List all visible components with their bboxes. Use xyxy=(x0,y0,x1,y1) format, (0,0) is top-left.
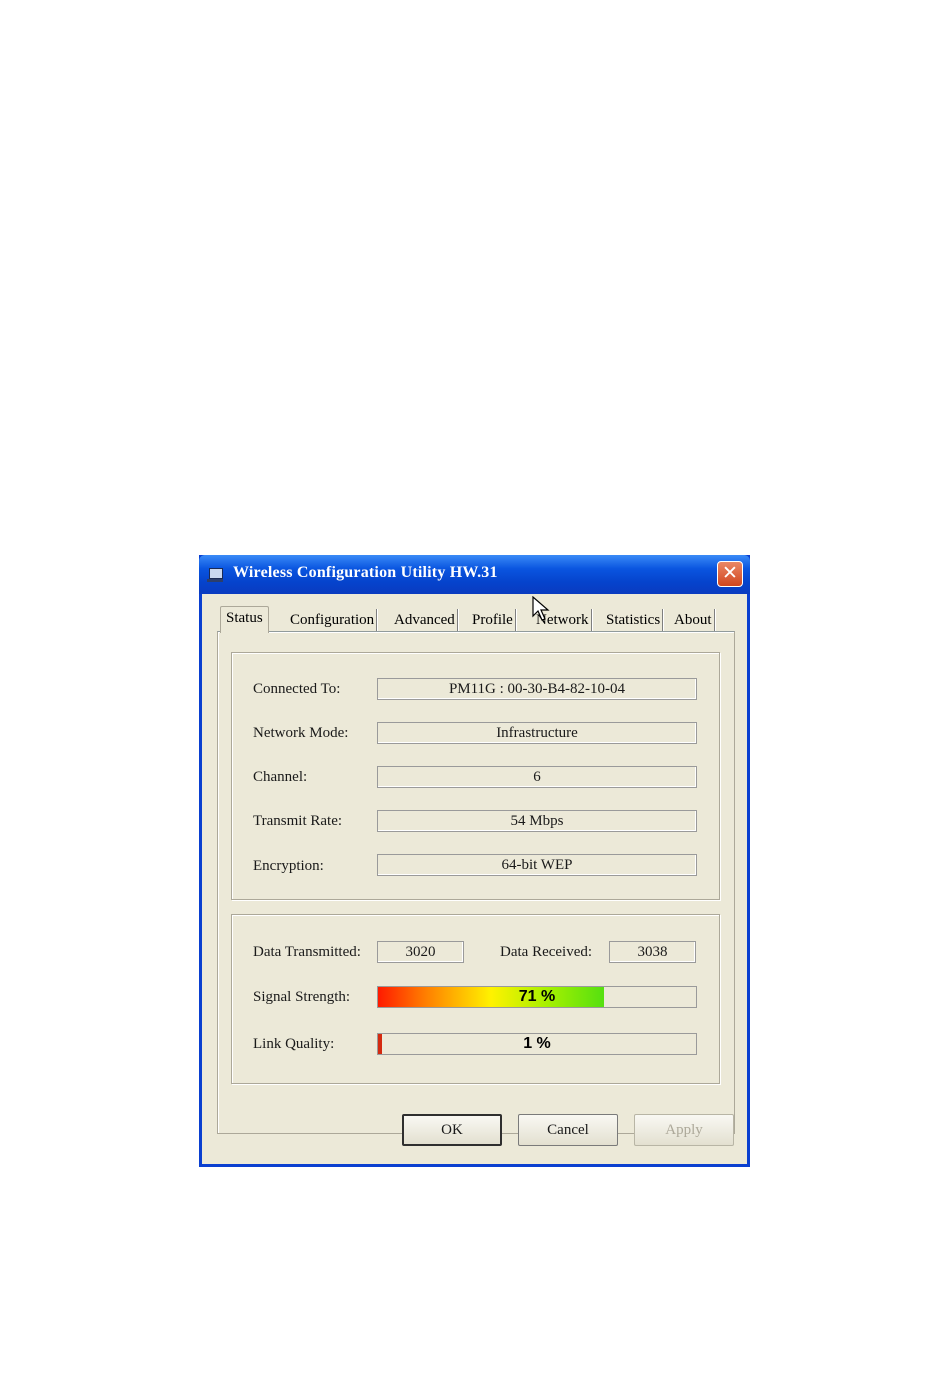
tab-advanced[interactable]: Advanced xyxy=(392,609,458,631)
computer-icon xyxy=(207,568,223,582)
data-transmitted-label: Data Transmitted: xyxy=(253,944,361,960)
apply-button[interactable]: Apply xyxy=(634,1114,734,1146)
close-icon: ✕ xyxy=(722,562,738,584)
network-mode-field: Infrastructure xyxy=(377,722,697,744)
close-button[interactable]: ✕ xyxy=(717,561,743,587)
link-quality-bar: 1 % xyxy=(377,1033,697,1055)
signal-strength-bar: 71 % xyxy=(377,986,697,1008)
window-title: Wireless Configuration Utility HW.31 xyxy=(233,564,498,581)
encryption-field: 64-bit WEP xyxy=(377,854,697,876)
tab-statistics[interactable]: Statistics xyxy=(604,609,664,631)
encryption-label: Encryption: xyxy=(253,858,324,874)
title-bar[interactable]: Wireless Configuration Utility HW.31 ✕ xyxy=(199,555,750,594)
dialog-window: Wireless Configuration Utility HW.31 ✕ S… xyxy=(199,555,750,1167)
link-quality-value: 1 % xyxy=(523,1035,551,1052)
tab-about[interactable]: About xyxy=(672,609,715,631)
data-received-label: Data Received: xyxy=(500,944,593,960)
signal-strength-label: Signal Strength: xyxy=(253,989,351,1005)
statistics-group: Data Transmitted: 3020 Data Received: 30… xyxy=(231,914,720,1084)
data-transmitted-field: 3020 xyxy=(377,941,464,963)
status-tab-page: Connected To: PM11G : 00-30-B4-82-10-04 … xyxy=(217,631,735,1134)
tab-configuration[interactable]: Configuration xyxy=(288,609,378,631)
tab-status[interactable]: Status xyxy=(220,606,269,633)
signal-strength-value: 71 % xyxy=(518,988,556,1005)
transmit-rate-field: 54 Mbps xyxy=(377,810,697,832)
channel-field: 6 xyxy=(377,766,697,788)
dialog-body: Status Configuration Advanced Profile Ne… xyxy=(202,594,747,1164)
channel-label: Channel: xyxy=(253,769,308,785)
mouse-cursor-icon xyxy=(532,596,550,621)
ok-button[interactable]: OK xyxy=(402,1114,502,1146)
transmit-rate-label: Transmit Rate: xyxy=(253,813,343,829)
connected-to-label: Connected To: xyxy=(253,681,341,697)
data-received-field: 3038 xyxy=(609,941,696,963)
cancel-button[interactable]: Cancel xyxy=(518,1114,618,1146)
tab-profile[interactable]: Profile xyxy=(470,609,516,631)
connection-info-group: Connected To: PM11G : 00-30-B4-82-10-04 … xyxy=(231,652,720,900)
network-mode-label: Network Mode: xyxy=(253,725,349,741)
link-quality-label: Link Quality: xyxy=(253,1036,335,1052)
connected-to-field: PM11G : 00-30-B4-82-10-04 xyxy=(377,678,697,700)
